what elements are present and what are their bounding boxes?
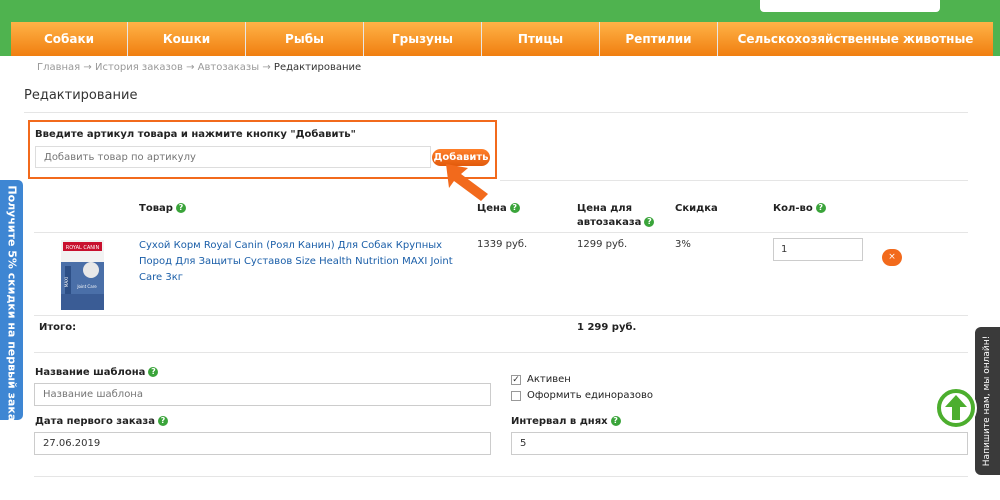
active-checkbox[interactable]: ✓ bbox=[511, 374, 521, 385]
question-circle-icon[interactable]: ? bbox=[175, 203, 186, 213]
template-name-input[interactable] bbox=[34, 383, 491, 406]
question-circle-icon[interactable]: ? bbox=[815, 203, 826, 213]
header-search-strip bbox=[760, 0, 940, 12]
product-price: 1339 руб. bbox=[477, 239, 528, 250]
divider bbox=[34, 232, 968, 233]
product-image-brand: ROYAL CANIN bbox=[66, 245, 100, 251]
nav-item-fish[interactable]: Рыбы bbox=[246, 22, 364, 56]
product-image-product: Joint Care bbox=[76, 284, 97, 289]
col-header-qty-label: Кол-во bbox=[773, 203, 813, 214]
nav-item-rodents[interactable]: Грызуны bbox=[364, 22, 482, 56]
divider bbox=[34, 352, 968, 353]
breadcrumb-separator: → bbox=[83, 62, 92, 73]
col-header-autoprice-line1: Цена для bbox=[577, 203, 633, 214]
col-header-price-label: Цена bbox=[477, 203, 507, 214]
quantity-input[interactable] bbox=[773, 238, 863, 261]
active-checkbox-label: Активен bbox=[527, 374, 571, 385]
question-circle-icon[interactable]: ? bbox=[148, 367, 159, 377]
nav-item-reptiles[interactable]: Рептилии bbox=[600, 22, 718, 56]
close-icon[interactable]: × bbox=[882, 249, 902, 266]
breadcrumb-autoorders[interactable]: Автозаказы bbox=[198, 62, 260, 73]
divider bbox=[34, 315, 968, 316]
interval-input[interactable] bbox=[511, 432, 968, 455]
template-name-label: Название шаблона? bbox=[35, 367, 159, 378]
interval-label: Интервал в днях? bbox=[511, 416, 621, 427]
first-date-label-text: Дата первого заказа bbox=[35, 416, 155, 427]
active-checkbox-row[interactable]: ✓ Активен bbox=[511, 374, 571, 385]
col-header-product: Товар? bbox=[139, 202, 186, 216]
template-name-label-text: Название шаблона bbox=[35, 367, 146, 378]
add-by-article-box: Введите артикул товара и нажмите кнопку … bbox=[28, 120, 497, 179]
category-menu: Собаки Кошки Рыбы Грызуны Птицы Рептилии… bbox=[11, 22, 993, 56]
breadcrumb-order-history[interactable]: История заказов bbox=[95, 62, 183, 73]
divider bbox=[24, 112, 968, 113]
product-name-link[interactable]: Сухой Корм Royal Canin (Роял Канин) Для … bbox=[139, 238, 459, 286]
promo-discount-tab[interactable]: ↑ Получите 5% скидки на первый заказ bbox=[0, 172, 23, 428]
product-image[interactable]: ROYAL CANIN MAXI Joint Care bbox=[55, 236, 110, 312]
once-checkbox-label: Оформить единоразово bbox=[527, 390, 653, 401]
product-discount: 3% bbox=[675, 239, 691, 250]
nav-bar: Собаки Кошки Рыбы Грызуны Птицы Рептилии… bbox=[0, 0, 1000, 56]
divider bbox=[34, 476, 968, 477]
nav-item-dogs[interactable]: Собаки bbox=[11, 22, 128, 56]
breadcrumb-separator: → bbox=[186, 62, 195, 73]
col-header-discount: Скидка bbox=[675, 202, 718, 216]
product-autoprice: 1299 руб. bbox=[577, 239, 628, 250]
online-chat-tab[interactable]: Напишите нам, мы онлайн! bbox=[975, 327, 1000, 475]
add-by-article-label: Введите артикул товара и нажмите кнопку … bbox=[35, 129, 356, 140]
once-checkbox[interactable] bbox=[511, 390, 521, 401]
breadcrumb: Главная → История заказов → Автозаказы →… bbox=[37, 62, 361, 73]
pointer-arrow-icon bbox=[446, 164, 488, 201]
first-date-label: Дата первого заказа? bbox=[35, 416, 168, 427]
col-header-discount-label: Скидка bbox=[675, 203, 718, 214]
article-input[interactable] bbox=[35, 146, 431, 168]
breadcrumb-current: Редактирование bbox=[273, 62, 362, 73]
breadcrumb-home[interactable]: Главная bbox=[37, 62, 80, 73]
question-circle-icon[interactable]: ? bbox=[157, 416, 168, 426]
col-header-qty: Кол-во? bbox=[773, 202, 826, 216]
online-chat-text: Напишите нам, мы онлайн! bbox=[982, 335, 992, 467]
interval-label-text: Интервал в днях bbox=[511, 416, 608, 427]
divider bbox=[500, 180, 968, 181]
once-checkbox-row[interactable]: Оформить единоразово bbox=[511, 390, 653, 401]
question-circle-icon[interactable]: ? bbox=[509, 203, 520, 213]
col-header-autoprice: Цена для автозаказа? bbox=[577, 202, 655, 230]
product-image-line: MAXI bbox=[64, 277, 69, 287]
nav-item-cats[interactable]: Кошки bbox=[128, 22, 246, 56]
promo-discount-text: ↑ Получите 5% скидки на первый заказ bbox=[5, 172, 19, 428]
first-date-input[interactable] bbox=[34, 432, 491, 455]
col-header-price: Цена? bbox=[477, 202, 520, 216]
total-value: 1 299 руб. bbox=[577, 322, 637, 333]
nav-item-farm-animals[interactable]: Сельскохозяйственные животные bbox=[718, 22, 993, 56]
col-header-product-label: Товар bbox=[139, 203, 173, 214]
breadcrumb-separator: → bbox=[262, 62, 271, 73]
nav-item-birds[interactable]: Птицы bbox=[482, 22, 600, 56]
arrow-up-icon[interactable] bbox=[935, 387, 977, 429]
total-label: Итого: bbox=[39, 322, 77, 333]
col-header-autoprice-line2: автозаказа bbox=[577, 217, 642, 228]
page-title: Редактирование bbox=[24, 88, 138, 103]
question-circle-icon[interactable]: ? bbox=[610, 416, 621, 426]
question-circle-icon[interactable]: ? bbox=[644, 217, 655, 227]
